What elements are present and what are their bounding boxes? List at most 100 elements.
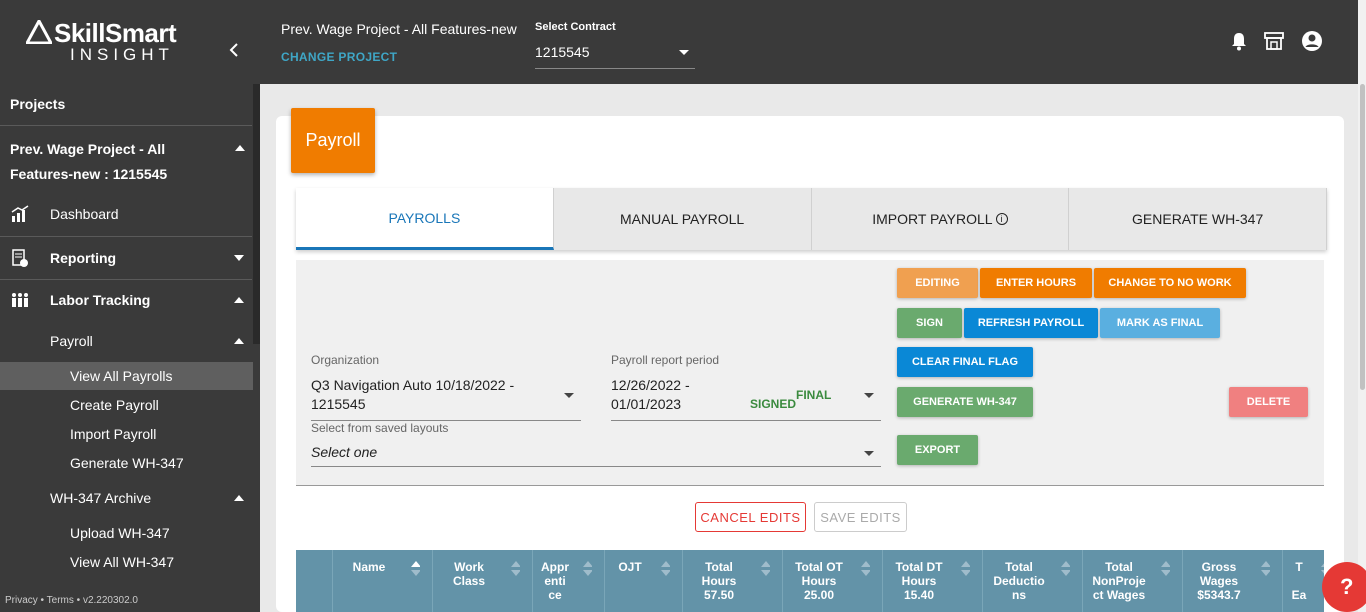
change-project-link[interactable]: CHANGE PROJECT (281, 50, 397, 64)
sidebar-item-labor-tracking[interactable]: Labor Tracking (0, 286, 252, 314)
column-header-text: Deductio (993, 574, 1045, 588)
column-header-text: Wages (1199, 574, 1239, 588)
info-icon[interactable]: i (995, 213, 1008, 225)
column-header[interactable]: OJT (604, 560, 656, 602)
refresh-payroll-button[interactable]: REFRESH PAYROLL (964, 308, 1098, 338)
sidebar-item-label: Reporting (50, 250, 117, 266)
chevron-up-icon (234, 297, 244, 303)
chevron-down-icon (234, 255, 244, 261)
tab-import-payroll[interactable]: IMPORT PAYROLL i (811, 188, 1070, 250)
column-header-text: Hours (801, 574, 837, 588)
tab-manual-payroll[interactable]: MANUAL PAYROLL (553, 188, 812, 250)
column-header-text: Hours (901, 574, 937, 588)
sort-icon[interactable] (410, 560, 420, 578)
cancel-edits-button[interactable]: CANCEL EDITS (695, 502, 806, 532)
store-icon[interactable] (1263, 30, 1285, 52)
tab-label: MANUAL PAYROLL (620, 211, 745, 227)
sidebar-scrollbar[interactable] (253, 84, 260, 344)
column-header-text (332, 574, 406, 588)
column-header-text: $5343.7 (1197, 588, 1241, 602)
column-header[interactable]: Work Class (432, 560, 506, 602)
sort-icon[interactable] (1160, 560, 1170, 578)
column-header[interactable]: Total Deductio ns (982, 560, 1056, 602)
page-scrollbar-thumb[interactable] (1360, 84, 1365, 390)
column-header[interactable]: Total NonProje ct Wages (1082, 560, 1156, 602)
divider (0, 279, 252, 280)
people-icon (12, 293, 28, 307)
sidebar-item-wh347-archive[interactable]: WH-347 Archive (0, 484, 252, 512)
skillsmart-logo[interactable]: SkillSmart INSIGHT (26, 18, 206, 68)
sidebar-item-generate-wh347[interactable]: Generate WH-347 (70, 455, 184, 471)
column-header-text (432, 588, 506, 602)
dashboard-icon (11, 205, 29, 222)
dropdown-arrow-icon (679, 50, 689, 55)
sidebar-item-view-all-payrolls[interactable]: View All Payrolls (70, 368, 172, 384)
generate-wh347-button[interactable]: GENERATE WH-347 (897, 387, 1033, 417)
sort-icon[interactable] (582, 560, 592, 578)
sort-icon[interactable] (1320, 560, 1324, 578)
change-to-no-work-button[interactable]: CHANGE TO NO WORK (1094, 268, 1246, 298)
sidebar-item-payroll[interactable]: Payroll (0, 327, 252, 355)
tab-label: GENERATE WH-347 (1132, 211, 1264, 227)
tab-payrolls[interactable]: PAYROLLS (296, 188, 554, 250)
save-edits-button[interactable]: SAVE EDITS (814, 502, 907, 532)
sidebar-item-dashboard[interactable]: Dashboard (0, 200, 252, 228)
selected-project[interactable]: Prev. Wage Project - All Features-new : … (10, 137, 225, 187)
dropdown-arrow-icon[interactable] (564, 393, 574, 398)
sidebar-item-label: Dashboard (50, 206, 119, 222)
collapse-sidebar-icon[interactable] (228, 40, 244, 60)
sign-button[interactable]: SIGN (897, 308, 962, 338)
sort-icon[interactable] (660, 560, 670, 578)
clear-final-flag-button[interactable]: CLEAR FINAL FLAG (897, 347, 1033, 377)
column-header-text (332, 588, 406, 602)
bell-icon[interactable] (1228, 30, 1250, 52)
organization-select[interactable]: Q3 Navigation Auto 10/18/2022 - 1215545 (311, 376, 541, 414)
sort-icon[interactable] (760, 560, 770, 578)
sort-icon[interactable] (510, 560, 520, 578)
column-header[interactable]: Name (332, 560, 406, 602)
logo-subtitle: INSIGHT (70, 45, 174, 64)
period-select[interactable]: 12/26/2022 - 01/01/2023 (611, 376, 711, 414)
column-header-text: Total DT (895, 560, 943, 574)
editing-button[interactable]: EDITING (897, 268, 978, 298)
tab-bar: PAYROLLS MANUAL PAYROLL IMPORT PAYROLL i … (296, 188, 1327, 250)
column-header[interactable]: T Ea (1282, 560, 1316, 602)
layouts-select[interactable]: Select one (311, 443, 377, 462)
sidebar-item-create-payroll[interactable]: Create Payroll (70, 397, 159, 413)
logo-triangle-icon (26, 20, 52, 44)
final-status: FINAL (796, 388, 832, 402)
column-header-text: enti (544, 574, 566, 588)
column-header[interactable]: Gross Wages $5343.7 (1182, 560, 1256, 602)
sort-icon[interactable] (1260, 560, 1270, 578)
column-header-text: T (1295, 560, 1303, 574)
help-button[interactable]: ? (1322, 562, 1366, 612)
column-header-text: Total (1105, 560, 1133, 574)
export-button[interactable]: EXPORT (897, 435, 978, 465)
sidebar-item-upload-wh347[interactable]: Upload WH-347 (70, 525, 170, 541)
footer-links[interactable]: Privacy • Terms • v2.220302.0 (5, 595, 138, 606)
dropdown-arrow-icon[interactable] (864, 451, 874, 456)
column-header[interactable]: Total Hours 57.50 (682, 560, 756, 602)
chevron-up-icon[interactable] (235, 145, 245, 151)
sidebar-item-reporting[interactable]: Reporting (0, 244, 252, 272)
sidebar-item-view-all-wh347[interactable]: View All WH-347 (70, 554, 174, 570)
sort-icon[interactable] (1060, 560, 1070, 578)
delete-button[interactable]: DELETE (1229, 387, 1308, 417)
sort-icon[interactable] (860, 560, 870, 578)
enter-hours-button[interactable]: ENTER HOURS (980, 268, 1092, 298)
column-header-text: Work (454, 560, 484, 574)
mark-as-final-button[interactable]: MARK AS FINAL (1100, 308, 1220, 338)
column-header-text: NonProje (1092, 574, 1146, 588)
column-header[interactable]: Total DT Hours 15.40 (882, 560, 956, 602)
column-header[interactable]: Total OT Hours 25.00 (782, 560, 856, 602)
sidebar-item-import-payroll[interactable]: Import Payroll (70, 426, 156, 442)
tab-generate-wh347[interactable]: GENERATE WH-347 (1069, 188, 1327, 250)
chevron-up-icon (234, 338, 244, 344)
column-header[interactable]: Appr enti ce (532, 560, 578, 602)
dropdown-arrow-icon[interactable] (864, 393, 874, 398)
contract-select[interactable]: 1215545 (535, 38, 695, 69)
account-icon[interactable] (1301, 30, 1323, 52)
sort-icon[interactable] (960, 560, 970, 578)
question-icon: ? (1340, 574, 1354, 599)
column-header-text: Total (705, 560, 733, 574)
